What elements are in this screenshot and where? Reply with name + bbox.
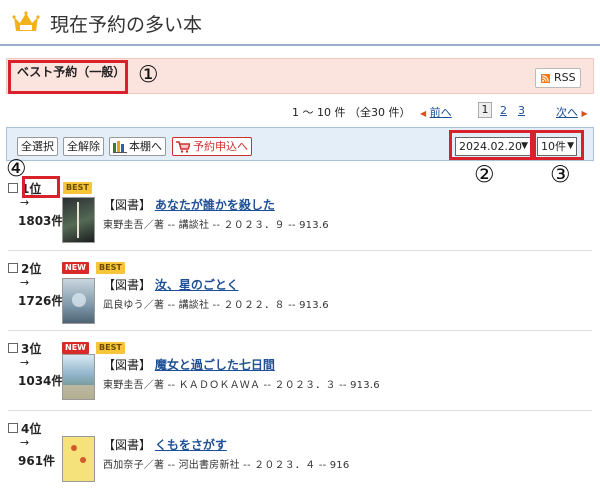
page-2-link[interactable]: 2 <box>500 104 507 117</box>
book-title-link[interactable]: くもをさがす <box>155 438 227 452</box>
crown-icon <box>12 11 40 31</box>
material-type: 【図書】 <box>103 198 152 212</box>
item-checkbox[interactable] <box>8 183 18 193</box>
book-cover[interactable] <box>62 436 95 482</box>
item-checkbox[interactable] <box>8 263 18 273</box>
book-cover[interactable] <box>62 197 95 243</box>
item-divider <box>8 410 592 411</box>
book-cover[interactable] <box>62 278 95 324</box>
reservation-count: 1726件 <box>18 294 64 308</box>
deselect-all-button[interactable]: 全解除 <box>63 137 104 156</box>
new-badge: NEW <box>62 342 89 354</box>
annotation-box-3 <box>533 130 584 160</box>
book-title-link[interactable]: 汝、星のごとく <box>155 278 239 292</box>
book-title-link[interactable]: あなたが誰かを殺した <box>155 198 275 212</box>
annotation-marker-1: ① <box>138 62 159 88</box>
annotation-box-2 <box>449 130 533 160</box>
best-badge: BEST <box>96 262 125 274</box>
book-title-row: 【図書】 魔女と過ごした七日間 <box>103 356 275 373</box>
select-all-button[interactable]: 全選択 <box>17 137 58 156</box>
bookshelf-label: 本棚へ <box>129 140 162 153</box>
trend-arrow: → <box>20 436 30 449</box>
item-checkbox[interactable] <box>8 423 18 433</box>
material-type: 【図書】 <box>103 278 152 292</box>
page-title: 現在予約の多い本 <box>50 14 203 36</box>
next-link-label[interactable]: 次へ <box>556 106 578 119</box>
page-1-current: 1 <box>478 102 492 118</box>
best-badge: BEST <box>63 182 92 194</box>
material-type: 【図書】 <box>103 438 152 452</box>
rss-icon <box>541 74 550 83</box>
annotation-box-4 <box>22 176 60 198</box>
annotation-box-1 <box>8 60 128 94</box>
item-checkbox[interactable] <box>8 343 18 353</box>
prev-link-label[interactable]: 前へ <box>430 106 452 119</box>
next-arrow-icon: ▶ <box>581 109 588 118</box>
cart-icon <box>176 141 190 153</box>
book-cover[interactable] <box>62 354 95 400</box>
annotation-marker-2: ② <box>474 162 495 188</box>
book-meta: 東野圭吾／著 -- ＫＡＤＯＫＡＷＡ -- ２０２３．３ -- 913.6 <box>103 380 380 391</box>
list-item: 2位 → 1726件 <box>8 258 68 328</box>
result-summary: 1 ～ 10 件 （全30 件） <box>292 106 411 119</box>
reserve-label: 予約申込へ <box>193 140 248 153</box>
reservation-count: 1803件 <box>18 214 64 228</box>
book-meta: 西加奈子／著 -- 河出書房新社 -- ２０２３．４ -- 916 <box>103 460 350 471</box>
page-3-link[interactable]: 3 <box>518 104 525 117</box>
rank-label: 3位 <box>21 342 42 356</box>
book-meta: 東野圭吾／著 -- 講談社 -- ２０２３．９ -- 913.6 <box>103 220 329 231</box>
reserve-button[interactable]: 予約申込へ <box>172 137 252 156</box>
prev-link[interactable]: ◀ 前へ <box>420 104 452 120</box>
book-title-row: 【図書】 くもをさがす <box>103 436 227 453</box>
prev-arrow-icon: ◀ <box>420 109 427 118</box>
best-badge: BEST <box>96 342 125 354</box>
book-title-row: 【図書】 あなたが誰かを殺した <box>103 196 275 213</box>
material-type: 【図書】 <box>103 358 152 372</box>
next-link[interactable]: 次へ ▶ <box>556 104 588 120</box>
reservation-count: 961件 <box>18 454 56 468</box>
bookshelf-button[interactable]: 本棚へ <box>109 137 166 156</box>
trend-arrow: → <box>20 276 30 289</box>
book-title-row: 【図書】 汝、星のごとく <box>103 276 239 293</box>
item-divider <box>8 330 592 331</box>
reservation-count: 1034件 <box>18 374 64 388</box>
list-item: 4位 → 961件 <box>8 418 68 488</box>
item-divider <box>8 250 592 251</box>
bookshelf-icon <box>113 141 127 153</box>
annotation-marker-3: ③ <box>550 162 571 188</box>
list-item: 3位 → 1034件 <box>8 338 68 408</box>
trend-arrow: → <box>20 356 30 369</box>
rss-button[interactable]: RSS <box>535 68 581 88</box>
rank-label: 4位 <box>21 422 42 436</box>
book-meta: 凪良ゆう／著 -- 講談社 -- ２０２２．８ -- 913.6 <box>103 300 329 311</box>
rank-label: 2位 <box>21 262 42 276</box>
new-badge: NEW <box>62 262 89 274</box>
rss-label: RSS <box>554 71 576 84</box>
book-title-link[interactable]: 魔女と過ごした七日間 <box>155 358 275 372</box>
page-header: 現在予約の多い本 <box>0 0 600 46</box>
